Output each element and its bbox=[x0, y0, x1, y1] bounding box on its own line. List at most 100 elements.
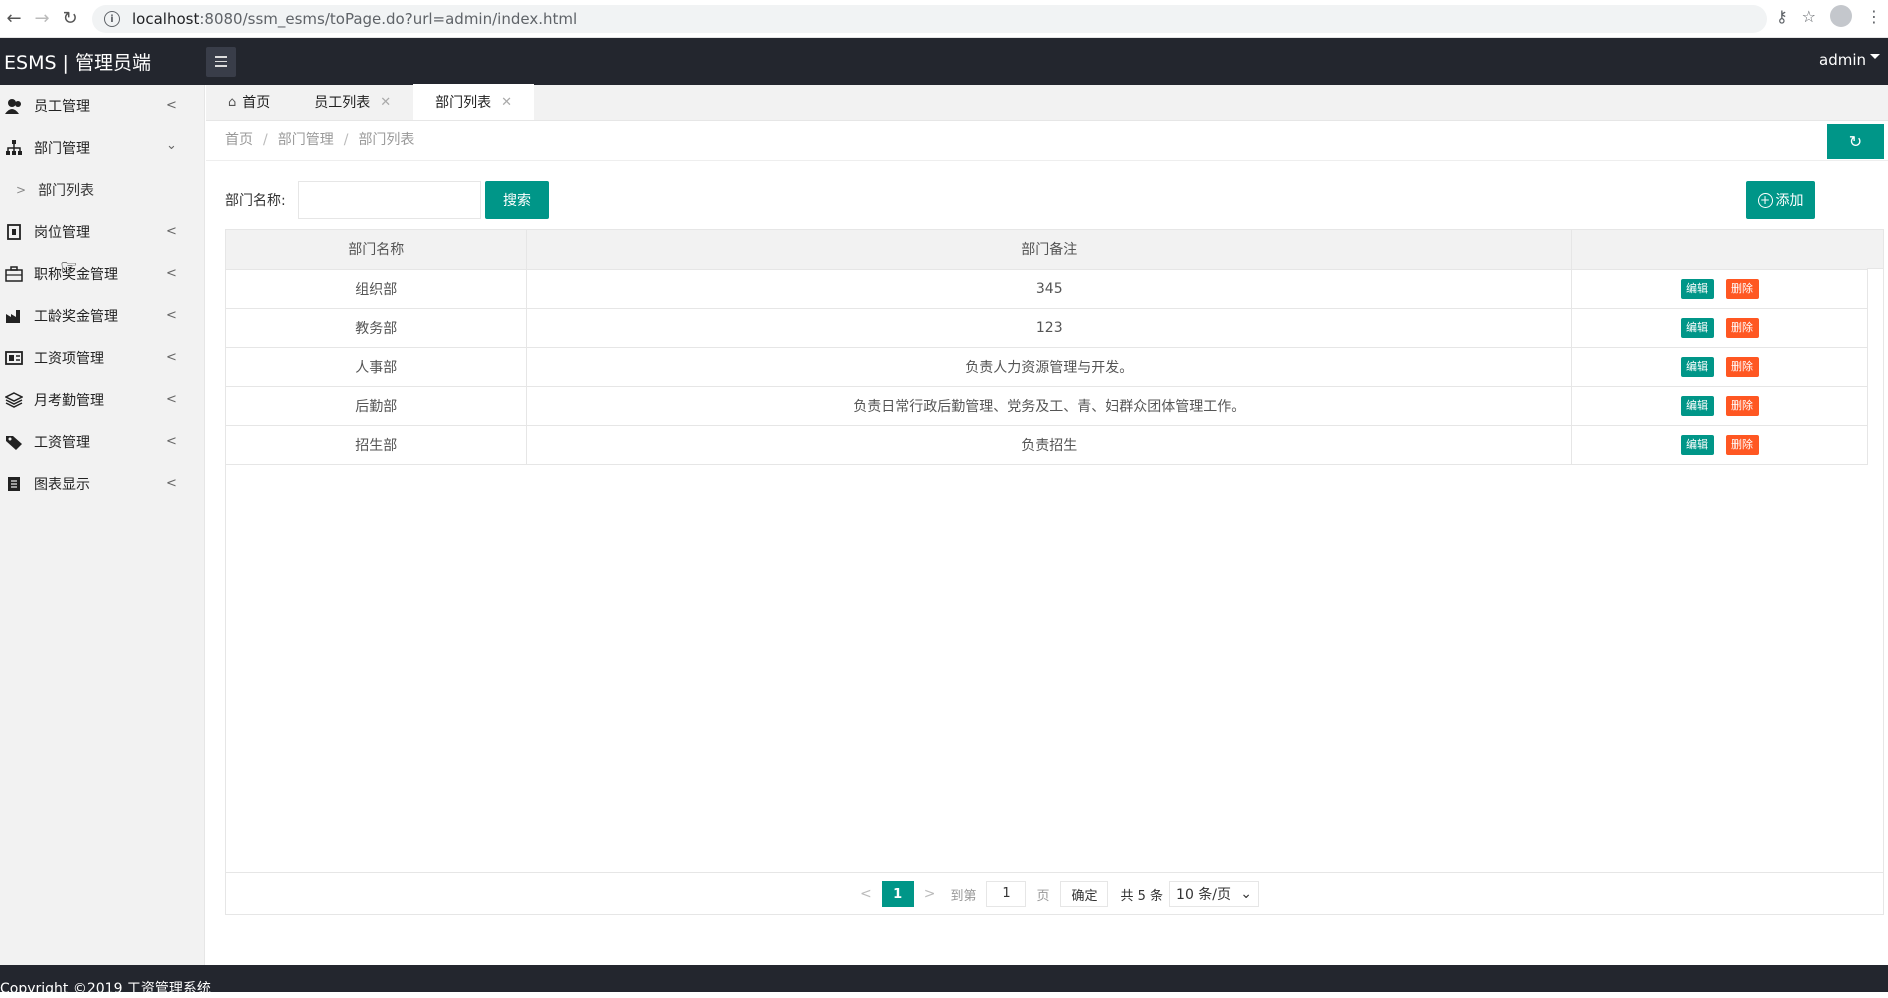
forward-icon[interactable]: → bbox=[28, 5, 56, 33]
edit-button[interactable]: 编辑 bbox=[1680, 317, 1714, 338]
sidebar-item-label: 岗位管理 bbox=[34, 225, 90, 241]
delete-button[interactable]: 删除 bbox=[1725, 356, 1759, 377]
chart-icon bbox=[4, 476, 24, 492]
sidebar-item-seniority-bonus[interactable]: 工龄奖金管理 < bbox=[0, 295, 204, 337]
user-menu[interactable]: admin bbox=[1819, 51, 1880, 69]
breadcrumb-item[interactable]: 首页 bbox=[225, 132, 253, 148]
cell-note: 123 bbox=[526, 308, 1573, 348]
per-page-value: 10 条/页 bbox=[1176, 887, 1232, 903]
url-path: :8080/ssm_esms/toPage.do?url=admin/index… bbox=[199, 10, 578, 28]
cell-actions: 编辑 删除 bbox=[1571, 269, 1868, 309]
edit-button[interactable]: 编辑 bbox=[1680, 278, 1714, 299]
sidebar-item-attendance[interactable]: 月考勤管理 < bbox=[0, 379, 204, 421]
add-button[interactable]: + 添加 bbox=[1746, 181, 1815, 219]
next-page-icon[interactable]: > bbox=[924, 886, 936, 902]
tab-employee-list[interactable]: 员工列表 ✕ bbox=[292, 84, 413, 120]
table-row: 教务部 123 编辑 删除 bbox=[226, 308, 1868, 348]
goto-label: 到第 bbox=[950, 888, 977, 904]
cell-actions: 编辑 删除 bbox=[1571, 347, 1868, 387]
edit-button[interactable]: 编辑 bbox=[1680, 395, 1714, 416]
sidebar-item-charts[interactable]: 图表显示 < bbox=[0, 463, 204, 505]
close-icon[interactable]: ✕ bbox=[501, 95, 512, 110]
chevron-right-icon: > bbox=[16, 183, 27, 197]
tag-icon bbox=[4, 434, 24, 450]
factory-icon bbox=[4, 308, 24, 324]
goto-page-input[interactable]: 1 bbox=[986, 881, 1027, 907]
chevron-left-icon: < bbox=[166, 434, 177, 449]
address-bar[interactable]: i localhost:8080/ssm_esms/toPage.do?url=… bbox=[92, 5, 1767, 33]
cell-actions: 编辑 删除 bbox=[1571, 386, 1868, 426]
cell-note: 负责人力资源管理与开发。 bbox=[526, 347, 1573, 387]
close-icon[interactable]: ✕ bbox=[380, 95, 391, 110]
badge-icon bbox=[4, 224, 24, 240]
sidebar-item-label: 部门管理 bbox=[34, 141, 90, 157]
sidebar-item-employee[interactable]: 员工管理 < bbox=[0, 85, 204, 127]
tab-home[interactable]: ⌂ 首页 bbox=[206, 84, 292, 120]
footer: Copyright ©2019 工资管理系统 bbox=[0, 965, 1888, 997]
search-button[interactable]: 搜索 bbox=[485, 181, 549, 219]
table-row: 招生部 负责招生 编辑 删除 bbox=[226, 425, 1868, 465]
sidebar-item-position[interactable]: 岗位管理 < bbox=[0, 211, 204, 253]
table-row: 人事部 负责人力资源管理与开发。 编辑 删除 bbox=[226, 347, 1868, 387]
pagination: < 1 > 到第 1 页 确定 共 5 条 10 条/页 ⌄ bbox=[226, 873, 1883, 915]
table-row: 组织部 345 编辑 删除 bbox=[226, 269, 1868, 309]
cell-note: 负责日常行政后勤管理、党务及工、青、妇群众团体管理工作。 bbox=[526, 386, 1573, 426]
menu-toggle-icon[interactable] bbox=[206, 46, 236, 77]
sidebar-item-title-bonus[interactable]: 职称奖金管理 < bbox=[0, 253, 204, 295]
goto-confirm-button[interactable]: 确定 bbox=[1060, 881, 1109, 907]
divider bbox=[206, 160, 1888, 161]
column-header-note: 部门备注 bbox=[526, 230, 1573, 270]
browser-toolbar: ← → ↻ i localhost:8080/ssm_esms/toPage.d… bbox=[0, 0, 1888, 38]
star-icon[interactable]: ☆ bbox=[1802, 7, 1816, 26]
info-icon[interactable]: i bbox=[104, 11, 120, 27]
key-icon[interactable]: ⚷ bbox=[1776, 7, 1788, 26]
reload-icon[interactable]: ↻ bbox=[56, 5, 84, 33]
cell-name: 人事部 bbox=[226, 347, 528, 387]
delete-button[interactable]: 删除 bbox=[1725, 278, 1759, 299]
breadcrumb-item[interactable]: 部门管理 bbox=[278, 132, 334, 148]
delete-button[interactable]: 删除 bbox=[1725, 395, 1759, 416]
chevron-left-icon: < bbox=[166, 392, 177, 407]
briefcase-icon bbox=[4, 266, 24, 282]
tab-bar: ⌂ 首页 员工列表 ✕ 部门列表 ✕ bbox=[206, 84, 1888, 121]
mouse-cursor-icon: ☞ bbox=[60, 255, 78, 279]
edit-button[interactable]: 编辑 bbox=[1680, 434, 1714, 455]
cell-actions: 编辑 删除 bbox=[1571, 425, 1868, 465]
per-page-select[interactable]: 10 条/页 ⌄ bbox=[1169, 881, 1260, 907]
delete-button[interactable]: 删除 bbox=[1725, 434, 1759, 455]
current-page[interactable]: 1 bbox=[881, 881, 914, 907]
caret-down-icon bbox=[1870, 54, 1880, 64]
refresh-button[interactable]: ↻ bbox=[1827, 124, 1884, 159]
breadcrumb: 首页 / 部门管理 / 部门列表 bbox=[225, 132, 415, 148]
cell-note: 负责招生 bbox=[526, 425, 1573, 465]
id-card-icon bbox=[4, 350, 24, 366]
tab-label: 部门列表 bbox=[435, 95, 492, 111]
sidebar-item-label: 月考勤管理 bbox=[34, 393, 104, 409]
column-header-actions bbox=[1571, 230, 1868, 270]
department-name-input[interactable] bbox=[298, 181, 481, 219]
plus-circle-icon: + bbox=[1757, 192, 1773, 208]
tab-label: 员工列表 bbox=[314, 95, 371, 111]
chevron-down-icon: ⌄ bbox=[1240, 886, 1253, 902]
back-icon[interactable]: ← bbox=[0, 5, 28, 33]
sidebar-item-salary-items[interactable]: 工资项管理 < bbox=[0, 337, 204, 379]
users-icon bbox=[4, 98, 24, 114]
home-icon: ⌂ bbox=[228, 94, 237, 110]
user-name: admin bbox=[1819, 51, 1866, 69]
delete-button[interactable]: 删除 bbox=[1725, 317, 1759, 338]
sidebar-item-label: 工资项管理 bbox=[34, 351, 104, 367]
chevron-left-icon: < bbox=[166, 98, 177, 113]
cell-note: 345 bbox=[526, 269, 1573, 309]
sidebar-item-department[interactable]: 部门管理 ⌄ bbox=[0, 127, 204, 169]
profile-avatar[interactable] bbox=[1830, 5, 1852, 27]
sidebar: 员工管理 < 部门管理 ⌄ > 部门列表 岗位管理 < 职称奖金管理 < 工龄奖… bbox=[0, 85, 205, 965]
prev-page-icon[interactable]: < bbox=[860, 886, 872, 902]
sidebar-item-label: 工资管理 bbox=[34, 435, 90, 451]
refresh-icon: ↻ bbox=[1848, 132, 1863, 151]
sidebar-subitem-department-list[interactable]: > 部门列表 bbox=[0, 169, 204, 211]
sidebar-item-salary[interactable]: 工资管理 < bbox=[0, 421, 204, 463]
tab-department-list[interactable]: 部门列表 ✕ bbox=[413, 84, 535, 120]
edit-button[interactable]: 编辑 bbox=[1680, 356, 1714, 377]
cell-name: 教务部 bbox=[226, 308, 528, 348]
more-icon[interactable]: ⋮ bbox=[1866, 7, 1882, 26]
